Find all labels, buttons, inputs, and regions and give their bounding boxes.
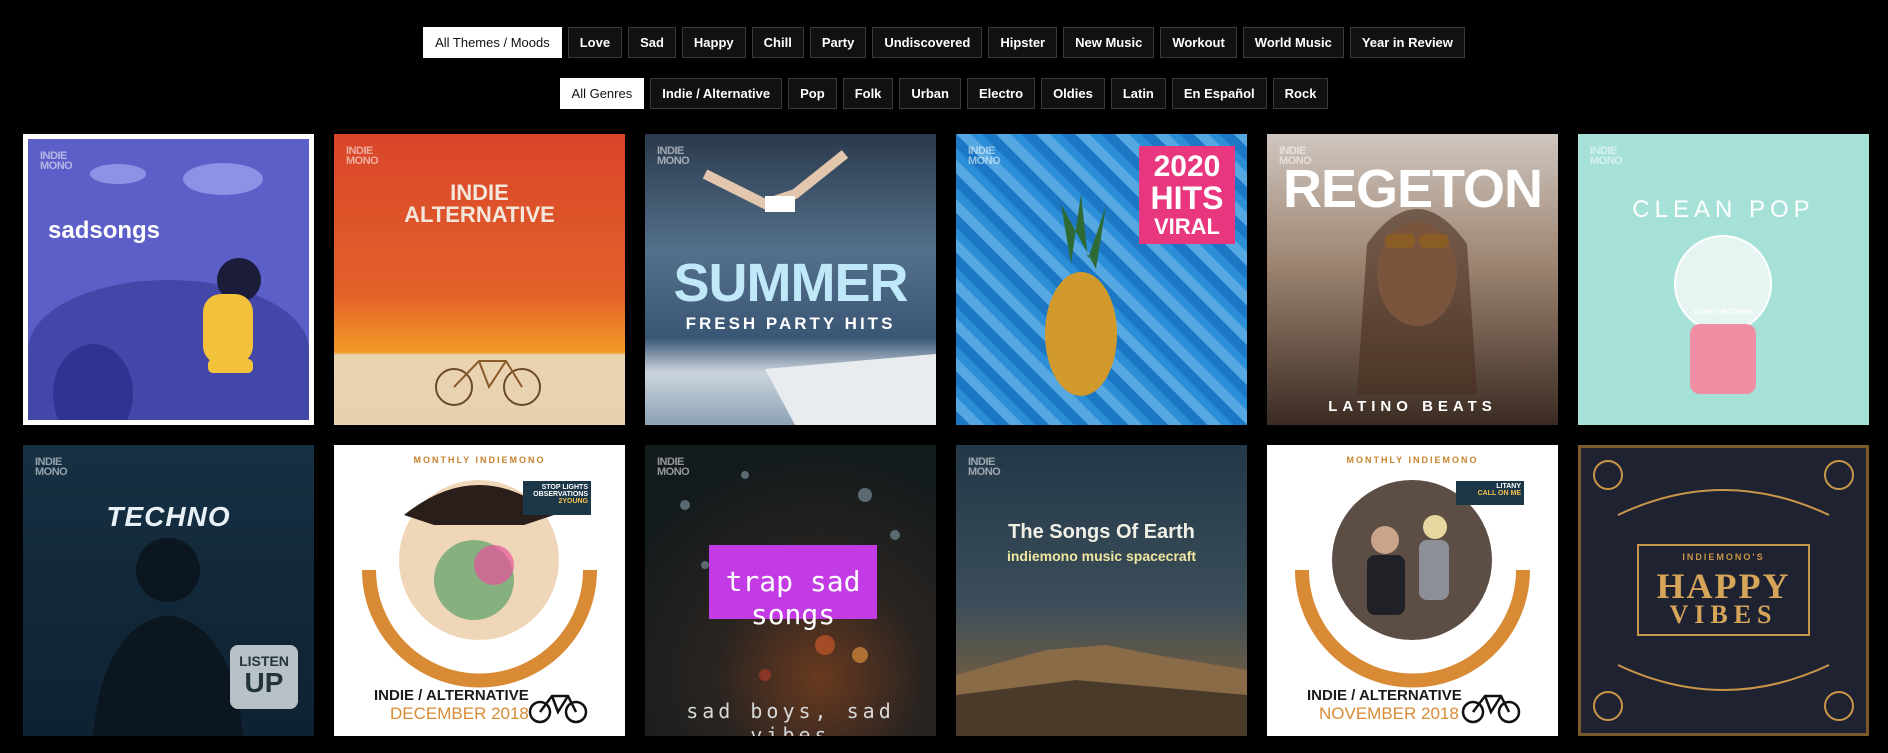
theme-chip-hipster[interactable]: Hipster bbox=[988, 27, 1058, 58]
genre-chip-pop[interactable]: Pop bbox=[788, 78, 837, 109]
track-tag: STOP LIGHTS OBSERVATIONS 2YOUNG bbox=[523, 481, 591, 515]
playlist-tile-sad-songs[interactable]: INDIE MONO sadsongs bbox=[23, 134, 314, 425]
playlist-subtitle: LATINO BEATS bbox=[1328, 398, 1497, 415]
genre-chip-rock[interactable]: Rock bbox=[1272, 78, 1329, 109]
playlist-tile-regeton[interactable]: INDIE MONO REGETON LATINO BEATS bbox=[1267, 134, 1558, 425]
playlist-subtitle: NOVEMBER 2018 bbox=[1319, 704, 1459, 723]
playlist-tile-summer[interactable]: INDIE MONO SUMMER FRESH PARTY HITS bbox=[645, 134, 936, 425]
woman-portrait bbox=[1357, 209, 1477, 394]
theme-chip-happy[interactable]: Happy bbox=[681, 27, 746, 58]
playlist-tile-trap-sad-songs[interactable]: INDIE MONO trap sad songs sad boys, sad … bbox=[645, 445, 936, 736]
bicycle-icon bbox=[1461, 694, 1521, 724]
genre-chip-latin[interactable]: Latin bbox=[1110, 78, 1166, 109]
playlist-subtitle: DECEMBER 2018 bbox=[390, 704, 529, 723]
sad-girl-illustration bbox=[53, 163, 263, 420]
bicycle-icon bbox=[435, 360, 541, 406]
genre-chip-oldies[interactable]: Oldies bbox=[1041, 78, 1105, 109]
indiemono-logo: INDIE MONO bbox=[346, 145, 379, 167]
playlist-tile-clean-pop[interactable]: INDIE MONO CLEAN POP CANDY MACHINE bbox=[1578, 134, 1869, 425]
playlist-tile-songs-of-earth[interactable]: INDIE MONO The Songs Of Earth indiemono … bbox=[956, 445, 1247, 736]
playlist-tile-monthly-december[interactable]: MONTHLY INDIEMONO STOP LIGHTS OBSERVATIO… bbox=[334, 445, 625, 736]
playlist-tile-hits-viral[interactable]: INDIE MONO 2020 HITS VIRAL bbox=[956, 134, 1247, 425]
playlist-title: trap sad songs bbox=[725, 565, 861, 631]
tag-line-1: STOP LIGHTS bbox=[541, 484, 588, 491]
playlist-tile-indie-alternative[interactable]: INDIE MONO INDIE ALTERNATIVE bbox=[334, 134, 625, 425]
candy-machine-label: CANDY MACHINE bbox=[1693, 309, 1754, 316]
playlist-title: SUMMER bbox=[673, 253, 909, 313]
theme-chip-chill[interactable]: Chill bbox=[751, 27, 804, 58]
tag-line-3: 2YOUNG bbox=[558, 498, 588, 505]
theme-chip-all[interactable]: All Themes / Moods bbox=[423, 27, 562, 58]
pineapple-illustration bbox=[1045, 194, 1117, 396]
theme-chip-workout[interactable]: Workout bbox=[1160, 27, 1237, 58]
track-tag: LITANY CALL ON ME bbox=[1456, 481, 1524, 505]
tag-line-2: CALL ON ME bbox=[1477, 490, 1521, 497]
playlist-subtitle: sad boys, sad vibes bbox=[686, 699, 895, 736]
genre-chip-indie-alternative[interactable]: Indie / Alternative bbox=[650, 78, 783, 109]
genre-chip-urban[interactable]: Urban bbox=[899, 78, 961, 109]
genre-chip-all[interactable]: All Genres bbox=[559, 78, 645, 109]
playlist-title: INDIE / ALTERNATIVE bbox=[374, 687, 529, 704]
genre-chip-folk[interactable]: Folk bbox=[842, 78, 894, 109]
themes-filter-bar: All Themes / Moods Love Sad Happy Chill … bbox=[0, 27, 1888, 58]
mountain-landscape bbox=[956, 645, 1247, 736]
playlist-tile-techno[interactable]: INDIE MONO TECHNO LISTEN UP bbox=[23, 445, 314, 736]
trap-title-box: trap sad songs bbox=[709, 545, 877, 631]
happy-vibes-header: INDIEMONO'S bbox=[1682, 552, 1765, 562]
bicycle-icon bbox=[528, 694, 588, 724]
tag-line-2: OBSERVATIONS bbox=[533, 491, 588, 498]
gumball-machine-illustration bbox=[1674, 235, 1772, 394]
playlist-tile-happy-vibes[interactable]: INDIEMONO'S HAPPY VIBES bbox=[1578, 445, 1869, 736]
genre-chip-en-espanol[interactable]: En Español bbox=[1171, 78, 1267, 109]
playlist-subtitle: FRESH PARTY HITS bbox=[685, 314, 896, 333]
genres-filter-bar: All Genres Indie / Alternative Pop Folk … bbox=[0, 78, 1888, 109]
genre-chip-electro[interactable]: Electro bbox=[966, 78, 1036, 109]
theme-chip-love[interactable]: Love bbox=[567, 27, 623, 58]
theme-chip-year-in-review[interactable]: Year in Review bbox=[1349, 27, 1465, 58]
theme-chip-new-music[interactable]: New Music bbox=[1063, 27, 1155, 58]
listen-up-badge: LISTEN UP bbox=[230, 645, 298, 709]
playlist-tile-monthly-november[interactable]: MONTHLY INDIEMONO LITANY CALL ON ME INDI… bbox=[1267, 445, 1558, 736]
playlist-grid: INDIE MONO sadsongs INDIE MONO INDIE ALT… bbox=[23, 134, 1869, 736]
theme-chip-sad[interactable]: Sad bbox=[628, 27, 676, 58]
theme-chip-world-music[interactable]: World Music bbox=[1242, 27, 1344, 58]
playlist-title: INDIE / ALTERNATIVE bbox=[1307, 687, 1462, 704]
badge-up: UP bbox=[244, 667, 284, 698]
theme-chip-undiscovered[interactable]: Undiscovered bbox=[872, 27, 983, 58]
theme-chip-party[interactable]: Party bbox=[809, 27, 867, 58]
playlist-subtitle: VIBES bbox=[1669, 600, 1778, 629]
tag-line-1: LITANY bbox=[1496, 483, 1521, 490]
playlist-subtitle: ALTERNATIVE bbox=[404, 202, 555, 227]
